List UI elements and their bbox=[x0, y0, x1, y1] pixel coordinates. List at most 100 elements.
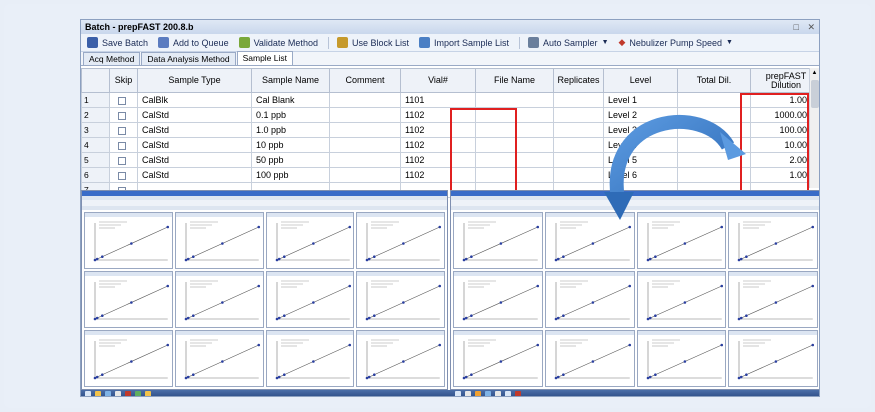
calibration-curve-thumbnail[interactable] bbox=[356, 330, 445, 387]
column-header-sample-type[interactable]: Sample Type bbox=[137, 68, 252, 93]
column-header-replicates[interactable]: Replicates bbox=[553, 68, 604, 93]
vial-cell[interactable]: 1102 bbox=[400, 122, 476, 138]
taskbar-app-icon[interactable] bbox=[515, 391, 521, 396]
table-row[interactable]: 1 CalBlk Cal Blank 1101 Level 1 1.0000 bbox=[81, 92, 819, 108]
taskbar-app-icon[interactable] bbox=[125, 391, 131, 396]
save-batch-button[interactable]: Save Batch bbox=[87, 37, 148, 48]
row-number-cell[interactable]: 2 bbox=[81, 107, 110, 123]
nebulizer-pump-speed-dropdown[interactable]: ◆ Nebulizer Pump Speed ▼ bbox=[619, 37, 733, 48]
vial-cell[interactable]: 1102 bbox=[400, 167, 476, 183]
sample-name-cell[interactable]: 0.1 ppb bbox=[251, 107, 330, 123]
column-header-sample-name[interactable]: Sample Name bbox=[251, 68, 330, 93]
skip-checkbox[interactable] bbox=[118, 126, 126, 135]
skip-checkbox[interactable] bbox=[118, 171, 126, 180]
close-button[interactable]: ✕ bbox=[807, 22, 815, 32]
column-header-total-dil[interactable]: Total Dil. bbox=[677, 68, 751, 93]
skip-checkbox[interactable] bbox=[118, 111, 126, 120]
level-cell[interactable]: Level 6 bbox=[603, 167, 678, 183]
level-cell[interactable]: Level 3 bbox=[603, 122, 678, 138]
comment-cell[interactable] bbox=[329, 122, 401, 138]
calibration-curve-thumbnail[interactable] bbox=[174, 212, 264, 269]
calibration-curve-thumbnail[interactable] bbox=[453, 271, 543, 328]
column-header-skip[interactable]: Skip bbox=[109, 68, 138, 93]
taskbar-app-icon[interactable] bbox=[465, 391, 471, 396]
skip-checkbox[interactable] bbox=[118, 141, 126, 150]
calibration-curve-thumbnail[interactable] bbox=[356, 271, 445, 328]
import-sample-list-button[interactable]: Import Sample List bbox=[419, 37, 509, 48]
calibration-curve-thumbnail[interactable] bbox=[453, 212, 543, 269]
taskbar-app-icon[interactable] bbox=[105, 391, 111, 396]
calibration-curve-thumbnail[interactable] bbox=[544, 330, 635, 387]
taskbar-app-icon[interactable] bbox=[85, 391, 91, 396]
skip-checkbox-cell[interactable] bbox=[109, 122, 138, 138]
calibration-curve-thumbnail[interactable] bbox=[174, 330, 264, 387]
replicates-cell[interactable] bbox=[553, 152, 604, 168]
skip-checkbox-cell[interactable] bbox=[109, 167, 138, 183]
comment-cell[interactable] bbox=[329, 92, 401, 108]
calibration-curve-thumbnail[interactable] bbox=[265, 271, 355, 328]
sample-type-cell[interactable]: CalStd bbox=[137, 167, 252, 183]
tab-data-analysis-method[interactable]: Data Analysis Method bbox=[141, 52, 236, 65]
column-header-vial[interactable]: Vial# bbox=[400, 68, 476, 93]
table-row[interactable]: 2 CalStd 0.1 ppb 1102 Level 2 1000.0000 bbox=[81, 107, 819, 123]
sample-name-cell[interactable]: 1.0 ppb bbox=[251, 122, 330, 138]
sample-type-cell[interactable]: CalStd bbox=[137, 122, 252, 138]
taskbar-app-icon[interactable] bbox=[115, 391, 121, 396]
total-dil-cell[interactable] bbox=[677, 137, 751, 153]
calibration-curve-thumbnail[interactable] bbox=[728, 330, 818, 387]
file-name-cell[interactable] bbox=[475, 167, 554, 183]
calibration-curve-thumbnail[interactable] bbox=[636, 212, 727, 269]
sample-type-cell[interactable]: CalStd bbox=[137, 137, 252, 153]
replicates-cell[interactable] bbox=[553, 107, 604, 123]
comment-cell[interactable] bbox=[329, 107, 401, 123]
column-header-file-name[interactable]: File Name bbox=[475, 68, 554, 93]
row-number-cell[interactable]: 4 bbox=[81, 137, 110, 153]
sample-name-cell[interactable]: Cal Blank bbox=[251, 92, 330, 108]
total-dil-cell[interactable] bbox=[677, 107, 751, 123]
total-dil-cell[interactable] bbox=[677, 167, 751, 183]
file-name-cell[interactable] bbox=[475, 107, 554, 123]
taskbar-app-icon[interactable] bbox=[145, 391, 151, 396]
table-row[interactable]: 6 CalStd 100 ppb 1102 Level 6 1.0000 bbox=[81, 167, 819, 183]
use-block-list-button[interactable]: Use Block List bbox=[336, 37, 409, 48]
auto-sampler-dropdown[interactable]: Auto Sampler ▼ bbox=[528, 37, 609, 48]
skip-checkbox-cell[interactable] bbox=[109, 107, 138, 123]
calibration-curve-thumbnail[interactable] bbox=[636, 330, 727, 387]
row-number-cell[interactable]: 6 bbox=[81, 167, 110, 183]
table-row[interactable]: 3 CalStd 1.0 ppb 1102 Level 3 100.0000 bbox=[81, 122, 819, 138]
replicates-cell[interactable] bbox=[553, 92, 604, 108]
level-cell[interactable]: Level 5 bbox=[603, 152, 678, 168]
sample-type-cell[interactable]: CalStd bbox=[137, 152, 252, 168]
total-dil-cell[interactable] bbox=[677, 92, 751, 108]
skip-checkbox[interactable] bbox=[118, 96, 126, 105]
vial-cell[interactable]: 1102 bbox=[400, 137, 476, 153]
comment-cell[interactable] bbox=[329, 137, 401, 153]
total-dil-cell[interactable] bbox=[677, 152, 751, 168]
taskbar-app-icon[interactable] bbox=[135, 391, 141, 396]
taskbar-app-icon[interactable] bbox=[455, 391, 461, 396]
comment-cell[interactable] bbox=[329, 152, 401, 168]
add-to-queue-button[interactable]: Add to Queue bbox=[158, 37, 229, 48]
sample-name-cell[interactable]: 50 ppb bbox=[251, 152, 330, 168]
file-name-cell[interactable] bbox=[475, 122, 554, 138]
row-number-cell[interactable]: 1 bbox=[81, 92, 110, 108]
column-header-comment[interactable]: Comment bbox=[329, 68, 401, 93]
calibration-curve-thumbnail[interactable] bbox=[356, 212, 445, 269]
file-name-cell[interactable] bbox=[475, 152, 554, 168]
vial-cell[interactable]: 1102 bbox=[400, 107, 476, 123]
replicates-cell[interactable] bbox=[553, 122, 604, 138]
maximize-button[interactable]: □ bbox=[794, 22, 799, 32]
skip-checkbox-cell[interactable] bbox=[109, 92, 138, 108]
scroll-thumb[interactable] bbox=[811, 80, 819, 108]
calibration-curve-thumbnail[interactable] bbox=[84, 330, 173, 387]
level-cell[interactable]: Level 1 bbox=[603, 92, 678, 108]
total-dil-cell[interactable] bbox=[677, 122, 751, 138]
sample-name-cell[interactable]: 100 ppb bbox=[251, 167, 330, 183]
validate-method-button[interactable]: Validate Method bbox=[238, 37, 318, 48]
calibration-curve-thumbnail[interactable] bbox=[265, 330, 355, 387]
taskbar-app-icon[interactable] bbox=[495, 391, 501, 396]
calibration-curve-thumbnail[interactable] bbox=[728, 271, 818, 328]
vial-cell[interactable]: 1102 bbox=[400, 152, 476, 168]
scroll-up-icon[interactable]: ▲ bbox=[810, 68, 819, 78]
calibration-curve-thumbnail[interactable] bbox=[84, 271, 173, 328]
